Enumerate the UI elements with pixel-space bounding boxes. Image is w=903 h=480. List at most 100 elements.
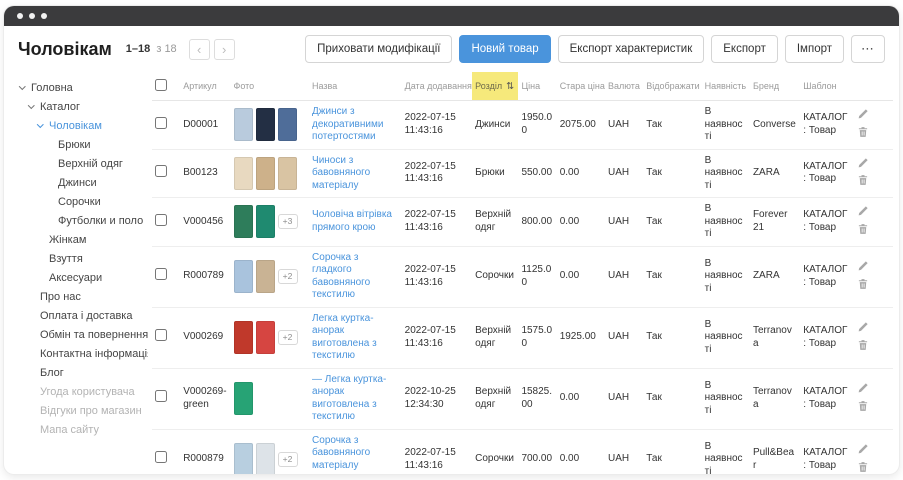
product-price: 700.00 bbox=[518, 429, 556, 474]
sidebar-item[interactable]: Футболки и поло bbox=[18, 211, 148, 230]
product-section: Верхній одяг bbox=[472, 368, 518, 429]
product-name-link[interactable]: Сорочка з гладкого бавовняного текстилю bbox=[312, 252, 399, 302]
product-template: КАТАЛОГ: Товар bbox=[800, 368, 852, 429]
edit-button[interactable] bbox=[856, 381, 870, 398]
row-checkbox[interactable] bbox=[155, 451, 167, 463]
edit-button[interactable] bbox=[856, 320, 870, 337]
export-characteristics-button[interactable]: Експорт характеристик bbox=[558, 35, 705, 63]
product-name-link[interactable]: Чоловіча вітрівка прямого крою bbox=[312, 209, 399, 234]
edit-button[interactable] bbox=[856, 442, 870, 459]
product-section: Верхній одяг bbox=[472, 198, 518, 247]
product-thumbnail[interactable] bbox=[256, 205, 275, 238]
prev-page-button[interactable]: ‹ bbox=[189, 39, 210, 60]
row-select-cell bbox=[152, 429, 180, 474]
product-stock: В наявності bbox=[702, 198, 750, 247]
edit-button[interactable] bbox=[856, 204, 870, 221]
delete-button[interactable] bbox=[856, 399, 870, 416]
products-table-container: Артикул Фото Назва Дата додавання Розділ… bbox=[152, 72, 899, 474]
hide-modifications-button[interactable]: Приховати модифікації bbox=[305, 35, 452, 63]
product-name-link[interactable]: Чиноси з бавовняного матеріалу bbox=[312, 155, 399, 193]
sidebar-item[interactable]: Обмін та повернення bbox=[18, 325, 148, 344]
product-name-link[interactable]: Сорочка з бавовняного матеріалу притален… bbox=[312, 435, 399, 475]
column-header-template[interactable]: Шаблон bbox=[800, 72, 852, 101]
column-header-stock[interactable]: Наявність bbox=[702, 72, 750, 101]
sidebar-item[interactable]: Головна bbox=[18, 78, 148, 97]
delete-button[interactable] bbox=[856, 125, 870, 142]
row-checkbox[interactable] bbox=[155, 268, 167, 280]
edit-button[interactable] bbox=[856, 156, 870, 173]
product-section: Брюки bbox=[472, 149, 518, 198]
delete-button[interactable] bbox=[856, 222, 870, 239]
row-checkbox[interactable] bbox=[155, 165, 167, 177]
product-old-price: 0.00 bbox=[557, 368, 605, 429]
sidebar-item[interactable]: Жінкам bbox=[18, 230, 148, 249]
product-thumbnail[interactable] bbox=[234, 260, 253, 293]
row-checkbox[interactable] bbox=[155, 390, 167, 402]
sidebar-item[interactable]: Взуття bbox=[18, 249, 148, 268]
product-thumbnail[interactable] bbox=[234, 205, 253, 238]
edit-button[interactable] bbox=[856, 107, 870, 124]
product-thumbnail[interactable] bbox=[234, 157, 253, 190]
sidebar-item[interactable]: Відгуки про магазин bbox=[18, 401, 148, 420]
product-thumbnail[interactable] bbox=[234, 443, 253, 474]
column-header-date[interactable]: Дата додавання bbox=[402, 72, 472, 101]
trash-icon bbox=[857, 339, 869, 351]
column-header-currency[interactable]: Валюта bbox=[605, 72, 643, 101]
sidebar-item[interactable]: Брюки bbox=[18, 135, 148, 154]
column-header-section[interactable]: Розділ⇅ bbox=[472, 72, 518, 101]
delete-button[interactable] bbox=[856, 460, 870, 475]
product-thumbnail[interactable] bbox=[234, 321, 253, 354]
sidebar-item[interactable]: Мапа сайту bbox=[18, 420, 148, 439]
sidebar-item[interactable]: Верхній одяг bbox=[18, 154, 148, 173]
sidebar-item[interactable]: Контактна інформація bbox=[18, 344, 148, 363]
delete-button[interactable] bbox=[856, 338, 870, 355]
product-thumbnail[interactable] bbox=[256, 108, 275, 141]
column-header-sku[interactable]: Артикул bbox=[180, 72, 230, 101]
row-actions bbox=[853, 307, 893, 368]
more-actions-button[interactable]: ⋯ bbox=[851, 35, 885, 63]
new-product-button[interactable]: Новий товар bbox=[459, 35, 550, 63]
sidebar-item[interactable]: Блог bbox=[18, 363, 148, 382]
row-checkbox[interactable] bbox=[155, 117, 167, 129]
product-name-link[interactable]: Легка куртка-анорак виготовлена з тексти… bbox=[312, 313, 399, 363]
edit-button[interactable] bbox=[856, 259, 870, 276]
import-button[interactable]: Імпорт bbox=[785, 35, 844, 63]
product-stock: В наявності bbox=[702, 246, 750, 307]
delete-button[interactable] bbox=[856, 173, 870, 190]
delete-button[interactable] bbox=[856, 277, 870, 294]
sidebar-item[interactable]: Угода користувача bbox=[18, 382, 148, 401]
window-control-dot[interactable] bbox=[17, 13, 23, 19]
column-header-brand[interactable]: Бренд bbox=[750, 72, 800, 101]
column-header-price[interactable]: Ціна bbox=[518, 72, 556, 101]
column-header-display[interactable]: Відображати bbox=[643, 72, 701, 101]
product-thumbnail[interactable] bbox=[256, 443, 275, 474]
product-thumbnail[interactable] bbox=[234, 108, 253, 141]
window-control-dot[interactable] bbox=[41, 13, 47, 19]
column-header-old-price[interactable]: Стара ціна bbox=[557, 72, 605, 101]
product-thumbnail[interactable] bbox=[256, 321, 275, 354]
next-page-button[interactable]: › bbox=[214, 39, 235, 60]
product-thumbnail[interactable] bbox=[256, 157, 275, 190]
product-thumbnail[interactable] bbox=[234, 382, 253, 415]
product-name-link[interactable]: — Легка куртка-анорак виготовлена з текс… bbox=[312, 374, 399, 424]
column-header-name[interactable]: Назва bbox=[309, 72, 402, 101]
sidebar-item[interactable]: Каталог bbox=[18, 97, 148, 116]
product-thumbnail[interactable] bbox=[278, 108, 297, 141]
sort-icon[interactable]: ⇅ bbox=[506, 81, 514, 92]
sidebar-item[interactable]: Джинси bbox=[18, 173, 148, 192]
sidebar-item[interactable]: Аксесуари bbox=[18, 268, 148, 287]
sidebar-item[interactable]: Оплата і доставка bbox=[18, 306, 148, 325]
product-name-link[interactable]: Джинси з декоративними потертостями bbox=[312, 106, 399, 144]
row-checkbox[interactable] bbox=[155, 329, 167, 341]
window-control-dot[interactable] bbox=[29, 13, 35, 19]
product-thumbnail[interactable] bbox=[256, 260, 275, 293]
product-thumbnail[interactable] bbox=[278, 157, 297, 190]
row-checkbox[interactable] bbox=[155, 214, 167, 226]
sidebar-item[interactable]: Про нас bbox=[18, 287, 148, 306]
export-button[interactable]: Експорт bbox=[711, 35, 778, 63]
product-price: 550.00 bbox=[518, 149, 556, 198]
sidebar-item[interactable]: Сорочки bbox=[18, 192, 148, 211]
sidebar-item[interactable]: Чоловікам bbox=[18, 116, 148, 135]
sidebar-item-label: Обмін та повернення bbox=[40, 329, 148, 341]
select-all-checkbox[interactable] bbox=[155, 79, 167, 91]
